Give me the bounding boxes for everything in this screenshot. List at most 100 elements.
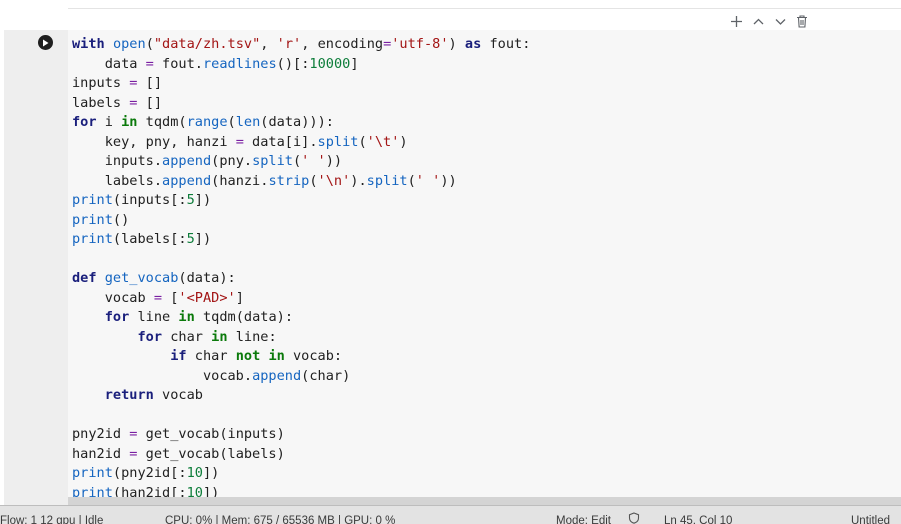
code-line: if char not in vocab: bbox=[72, 347, 530, 367]
code-token: ( bbox=[407, 172, 416, 189]
code-token: ]) bbox=[194, 192, 212, 208]
code-token: (pny2id[: bbox=[112, 465, 187, 481]
code-token: append bbox=[162, 172, 212, 189]
code-token: tqdm( bbox=[137, 114, 187, 130]
code-token: get_vocab(labels) bbox=[137, 445, 285, 462]
code-token: , encoding bbox=[301, 36, 384, 52]
code-token: fout: bbox=[481, 36, 531, 52]
code-token: = bbox=[145, 55, 154, 72]
code-token: vocab: bbox=[284, 348, 343, 364]
code-token: len bbox=[235, 114, 261, 130]
code-editor[interactable]: with open("data/zh.tsv", 'r', encoding='… bbox=[68, 30, 901, 500]
code-token: print bbox=[72, 211, 113, 228]
code-token: [] bbox=[137, 94, 163, 111]
code-line: key, pny, hanzi = data[i].split('\t') bbox=[72, 133, 530, 153]
code-token: , bbox=[260, 36, 277, 52]
code-line: print(inputs[:5]) bbox=[72, 191, 530, 211]
arrow-down-icon[interactable] bbox=[772, 12, 788, 30]
code-line: print() bbox=[72, 211, 530, 231]
code-token: "data/zh.tsv" bbox=[153, 36, 261, 52]
code-line: data = fout.readlines()[:10000] bbox=[72, 55, 530, 75]
code-token: (data): bbox=[178, 270, 236, 286]
code-token: split bbox=[317, 133, 359, 150]
code-token: [ bbox=[162, 289, 179, 306]
code-line: for char in line: bbox=[72, 328, 530, 348]
code-token: (hanzi. bbox=[211, 172, 269, 189]
code-token: pny2id bbox=[72, 426, 130, 442]
code-token: fout. bbox=[153, 55, 203, 72]
cell-gutter bbox=[0, 0, 68, 505]
code-token: ( bbox=[309, 172, 318, 189]
code-token: '<PAD>' bbox=[178, 289, 236, 306]
shield-icon[interactable] bbox=[628, 512, 640, 524]
code-token: 5 bbox=[186, 231, 195, 247]
code-content: with open("data/zh.tsv", 'r', encoding='… bbox=[72, 35, 530, 500]
code-token: char bbox=[186, 348, 236, 364]
code-token: line: bbox=[227, 328, 277, 345]
code-line: han2id = get_vocab(labels) bbox=[72, 445, 530, 465]
code-token: ). bbox=[350, 172, 367, 189]
code-token: ] bbox=[235, 289, 244, 306]
code-line: inputs.append(pny.split(' ')) bbox=[72, 152, 530, 172]
code-token: append bbox=[252, 367, 302, 384]
code-token: '\n' bbox=[317, 172, 351, 189]
code-token: ( bbox=[227, 114, 236, 130]
code-token: data[i]. bbox=[243, 133, 318, 150]
code-token: ( bbox=[358, 133, 367, 150]
code-token: labels. bbox=[72, 172, 163, 189]
code-token: split bbox=[252, 153, 293, 169]
code-token: append bbox=[162, 153, 212, 169]
code-token: = bbox=[235, 133, 244, 150]
code-token: print bbox=[72, 192, 113, 208]
trash-icon[interactable] bbox=[794, 12, 810, 30]
code-line: labels.append(hanzi.strip('\n').split(' … bbox=[72, 172, 530, 192]
code-token: (inputs[: bbox=[112, 192, 187, 208]
code-line: print(pny2id[:10]) bbox=[72, 464, 530, 484]
code-token: for bbox=[137, 328, 163, 345]
code-token: not in bbox=[235, 348, 285, 364]
code-token: )) bbox=[325, 153, 343, 169]
code-token: ( bbox=[145, 36, 154, 52]
code-token: (labels[: bbox=[112, 231, 187, 247]
arrow-up-icon[interactable] bbox=[750, 12, 766, 30]
code-token: () bbox=[112, 211, 130, 228]
code-token: tqdm(data): bbox=[194, 309, 294, 325]
code-token: ]) bbox=[202, 465, 220, 481]
code-token: in bbox=[211, 328, 228, 345]
code-line: print(labels[:5]) bbox=[72, 230, 530, 250]
code-token: as bbox=[464, 36, 482, 52]
code-token: 'utf-8' bbox=[391, 36, 449, 52]
code-line: vocab = ['<PAD>'] bbox=[72, 289, 530, 309]
code-line: def get_vocab(data): bbox=[72, 269, 530, 289]
code-token: range bbox=[186, 114, 228, 130]
horizontal-scrollbar[interactable] bbox=[68, 497, 901, 505]
code-token: ()[: bbox=[276, 55, 310, 72]
code-token: in bbox=[121, 114, 138, 130]
code-token: data bbox=[72, 55, 146, 72]
code-line: labels = [] bbox=[72, 94, 530, 114]
code-token: ' ' bbox=[415, 172, 441, 189]
previous-cell-edge bbox=[68, 0, 901, 9]
code-token: print bbox=[72, 465, 113, 481]
run-cell-icon[interactable] bbox=[38, 35, 53, 50]
code-token: 'r' bbox=[276, 36, 302, 52]
code-token: ( bbox=[292, 153, 302, 169]
code-token: ' ' bbox=[301, 153, 326, 169]
code-line: return vocab bbox=[72, 386, 530, 406]
code-token: get_vocab(inputs) bbox=[137, 426, 285, 442]
plus-icon[interactable] bbox=[728, 12, 744, 30]
code-token: with bbox=[72, 36, 105, 52]
code-token: inputs. bbox=[72, 153, 163, 169]
code-token: def bbox=[72, 270, 97, 286]
code-token: ) bbox=[448, 36, 465, 52]
code-token: vocab bbox=[153, 387, 203, 403]
code-token: char bbox=[162, 328, 212, 345]
code-line: for i in tqdm(range(len(data))): bbox=[72, 113, 530, 133]
code-token: (pny. bbox=[211, 153, 253, 169]
